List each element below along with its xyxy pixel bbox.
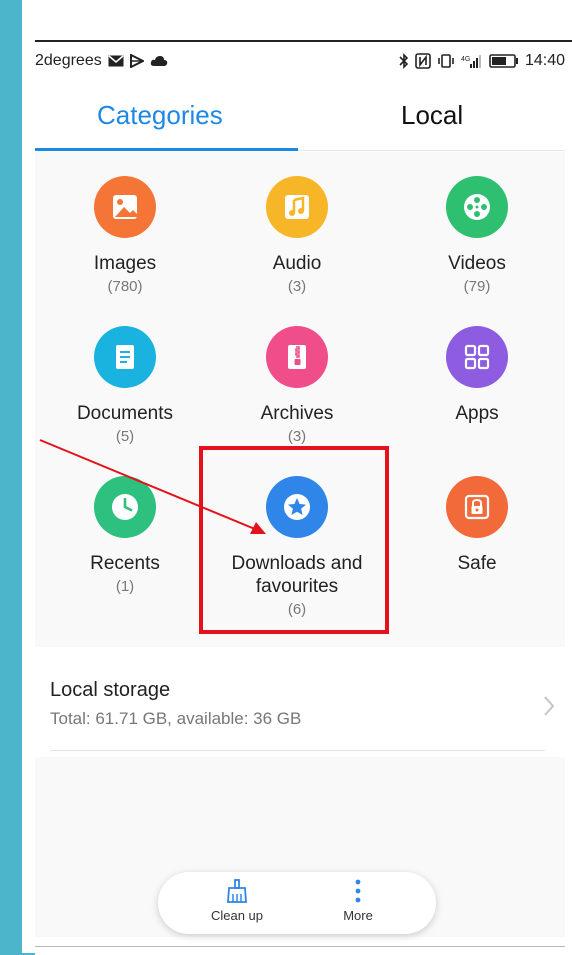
category-label: Images xyxy=(93,253,157,274)
phone-screen: 2degrees 4G 14:40 Categories Local Image… xyxy=(35,40,572,955)
mail-icon xyxy=(108,55,124,67)
category-documents[interactable]: Documents (5) xyxy=(35,326,215,445)
image-icon xyxy=(94,176,156,238)
bottom-action-bar: Clean up More xyxy=(158,872,436,934)
music-note-icon xyxy=(266,176,328,238)
more-vertical-icon xyxy=(355,879,361,903)
divider xyxy=(50,750,545,751)
tab-bar: Categories Local xyxy=(35,82,565,152)
broom-icon xyxy=(227,879,247,903)
highlight-box xyxy=(199,446,389,634)
carrier-name: 2degrees xyxy=(35,52,102,69)
category-label: Archives xyxy=(260,403,334,424)
film-reel-icon xyxy=(446,176,508,238)
battery-icon xyxy=(489,54,518,68)
screen: 2degrees 4G 14:40 Categories Local Image… xyxy=(22,0,572,955)
vibrate-icon xyxy=(438,54,454,68)
play-store-icon xyxy=(129,54,144,68)
apps-grid-icon xyxy=(446,326,508,388)
status-bar: 2degrees 4G 14:40 xyxy=(35,42,565,82)
tab-local[interactable]: Local xyxy=(401,100,463,131)
more-label: More xyxy=(343,908,373,923)
category-videos[interactable]: Videos (79) xyxy=(387,176,567,295)
category-safe[interactable]: Safe xyxy=(387,476,567,578)
category-label: Documents xyxy=(76,403,174,424)
svg-text:4G: 4G xyxy=(461,56,470,63)
category-label: Recents xyxy=(90,553,160,574)
local-storage-item[interactable]: Local storage Total: 61.71 GB, available… xyxy=(35,665,565,757)
category-images[interactable]: Images (780) xyxy=(35,176,215,295)
category-count: (79) xyxy=(463,278,491,295)
category-grid: Images (780) Audio (3) Videos (79) Docum… xyxy=(35,152,565,647)
category-audio[interactable]: Audio (3) xyxy=(207,176,387,295)
signal-icon: 4G xyxy=(461,55,481,68)
category-count: (3) xyxy=(287,278,307,295)
carrier-group: 2degrees xyxy=(35,52,168,70)
category-archives[interactable]: Archives (3) xyxy=(207,326,387,445)
category-count: (780) xyxy=(107,278,143,295)
category-count: (5) xyxy=(115,428,135,445)
chevron-right-icon xyxy=(544,696,555,716)
bottom-divider xyxy=(35,946,565,947)
cloud-icon xyxy=(150,56,167,66)
clean-up-label: Clean up xyxy=(210,908,264,923)
category-label: Audio xyxy=(272,253,322,274)
category-apps[interactable]: Apps xyxy=(387,326,567,428)
category-label: Videos xyxy=(448,253,506,274)
clean-up-button[interactable]: Clean up xyxy=(192,878,282,923)
more-button[interactable]: More xyxy=(313,878,403,923)
safe-lock-icon xyxy=(446,476,508,538)
category-count: (1) xyxy=(115,578,135,595)
tab-indicator xyxy=(35,148,298,151)
document-icon xyxy=(94,326,156,388)
storage-title: Local storage xyxy=(50,679,171,701)
category-count: (3) xyxy=(287,428,307,445)
nfc-icon xyxy=(415,53,431,69)
clock-icon xyxy=(94,476,156,538)
clock-time: 14:40 xyxy=(524,52,565,69)
archive-zip-icon xyxy=(266,326,328,388)
category-recents[interactable]: Recents (1) xyxy=(35,476,215,595)
system-icons: 4G 14:40 xyxy=(399,52,565,70)
tab-categories[interactable]: Categories xyxy=(97,100,223,131)
storage-subtitle: Total: 61.71 GB, available: 36 GB xyxy=(50,709,302,728)
bluetooth-icon xyxy=(399,53,409,69)
category-label: Apps xyxy=(455,403,499,424)
category-label: Safe xyxy=(457,553,497,574)
